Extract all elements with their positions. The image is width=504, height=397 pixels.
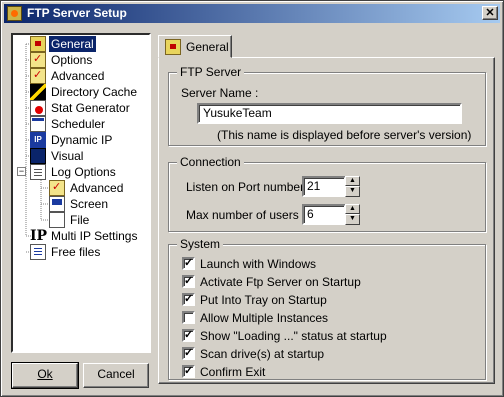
tree-item-label: Advanced xyxy=(70,181,124,195)
tree-item-label: General xyxy=(49,36,96,52)
port-stepper[interactable]: 21 ▲ ▼ xyxy=(302,176,360,197)
tree-item-log-advanced[interactable]: Advanced xyxy=(49,179,148,196)
tree-item-options[interactable]: Options xyxy=(30,51,148,68)
tree-item-label: Stat Generator xyxy=(51,101,130,115)
checkbox-label: Put Into Tray on Startup xyxy=(200,293,327,307)
file-icon xyxy=(49,212,65,228)
tree-item-visual[interactable]: Visual xyxy=(30,148,148,164)
general-folder-icon xyxy=(165,39,181,55)
tree-item-scheduler[interactable]: Scheduler xyxy=(30,116,148,132)
checkbox-label: Activate Ftp Server on Startup xyxy=(200,275,361,289)
tree-item-label: Multi IP Settings xyxy=(51,229,138,243)
confirm-exit-checkbox[interactable]: ✓ xyxy=(182,365,195,378)
tree-item-log-options[interactable]: Log Options xyxy=(30,164,148,180)
system-group: System ✓ Launch with Windows ✓ Activate … xyxy=(168,237,486,380)
general-panel: FTP Server Server Name : YusukeTeam (Thi… xyxy=(158,57,495,384)
tree-item-general[interactable]: General xyxy=(30,36,148,52)
close-button[interactable]: ✕ xyxy=(482,6,498,20)
group-title: System xyxy=(177,237,224,251)
scan-drives-checkbox[interactable]: ✓ xyxy=(182,347,195,360)
tree-item-multi-ip-settings[interactable]: IP Multi IP Settings xyxy=(30,228,148,244)
ok-button[interactable]: Ok xyxy=(11,362,79,389)
tree-item-label: Scheduler xyxy=(51,117,106,131)
options-icon xyxy=(30,51,46,68)
port-input[interactable]: 21 xyxy=(302,176,346,197)
tree-item-dynamic-ip[interactable]: IP Dynamic IP xyxy=(30,132,148,148)
tab-general[interactable]: General xyxy=(158,35,232,58)
max-users-stepper[interactable]: 6 ▲ ▼ xyxy=(302,204,360,225)
tab-label: General xyxy=(186,40,229,54)
ftp-server-setup-window: FTP Server Setup ✕ General ✓ Options ✓ A… xyxy=(0,0,504,397)
tree-item-label: Free files xyxy=(51,245,101,259)
tree-item-label: Log Options xyxy=(51,165,116,179)
tree-item-label: Advanced xyxy=(51,69,105,83)
port-up-arrow-icon[interactable]: ▲ xyxy=(345,176,360,186)
log-options-collapse-toggle[interactable]: − xyxy=(17,167,26,176)
checkbox-label: Launch with Windows xyxy=(200,257,317,271)
checkbox-label: Show "Loading ..." status at startup xyxy=(200,329,387,343)
checkbox-label: Confirm Exit xyxy=(200,365,266,379)
tree-item-free-files[interactable]: Free files xyxy=(30,244,148,260)
ok-button-label: Ok xyxy=(37,367,53,381)
activate-on-startup-checkbox[interactable]: ✓ xyxy=(182,275,195,288)
screen-icon xyxy=(49,196,65,212)
cancel-button[interactable]: Cancel xyxy=(83,363,149,388)
max-users-down-arrow-icon[interactable]: ▼ xyxy=(345,214,360,225)
tree-item-label: Directory Cache xyxy=(51,85,138,99)
checkbox-label: Scan drive(s) at startup xyxy=(200,347,325,361)
general-folder-icon xyxy=(30,36,46,52)
cancel-button-label: Cancel xyxy=(97,367,135,381)
tree-item-advanced[interactable]: Advanced xyxy=(30,67,148,84)
tree-item-label: Dynamic IP xyxy=(51,133,113,147)
advanced-icon xyxy=(49,179,65,196)
connection-group: Connection Listen on Port number : 21 ▲ … xyxy=(168,155,486,232)
port-label: Listen on Port number : xyxy=(186,180,311,194)
window-title: FTP Server Setup xyxy=(27,6,127,20)
dynamic-ip-icon: IP xyxy=(30,132,46,148)
visual-icon xyxy=(30,148,46,164)
app-icon xyxy=(7,6,22,21)
title-bar[interactable]: FTP Server Setup ✕ xyxy=(4,4,500,23)
server-name-hint: (This name is displayed before server's … xyxy=(217,128,472,142)
port-down-arrow-icon[interactable]: ▼ xyxy=(345,186,360,197)
checkbox-label: Allow Multiple Instances xyxy=(200,311,329,325)
multi-ip-icon: IP xyxy=(30,228,48,244)
directory-cache-icon xyxy=(30,84,46,100)
tree-item-label: Options xyxy=(51,53,93,67)
free-files-icon xyxy=(30,244,46,260)
tree-item-directory-cache[interactable]: Directory Cache xyxy=(30,84,148,100)
tree-item-stat-generator[interactable]: Stat Generator xyxy=(30,100,148,116)
launch-with-windows-checkbox[interactable]: ✓ xyxy=(182,257,195,270)
stat-generator-icon xyxy=(30,100,46,116)
max-users-input[interactable]: 6 xyxy=(302,204,346,225)
tree-item-label: Visual xyxy=(51,149,84,163)
allow-multiple-instances-checkbox[interactable] xyxy=(182,311,195,324)
group-title: FTP Server xyxy=(177,65,245,79)
tree-item-file[interactable]: File xyxy=(49,212,148,228)
show-loading-status-checkbox[interactable]: ✓ xyxy=(182,329,195,342)
tree-item-label: Screen xyxy=(70,197,109,211)
tree-item-screen[interactable]: Screen xyxy=(49,196,148,212)
settings-tree[interactable]: General Options Advanced Directory Cache… xyxy=(11,33,151,353)
group-title: Connection xyxy=(177,155,244,169)
server-name-label: Server Name : xyxy=(181,86,259,100)
log-options-icon xyxy=(30,164,46,180)
max-users-label: Max number of users : xyxy=(186,208,306,222)
put-into-tray-checkbox[interactable]: ✓ xyxy=(182,293,195,306)
max-users-up-arrow-icon[interactable]: ▲ xyxy=(345,204,360,214)
ftp-server-group: FTP Server Server Name : YusukeTeam (Thi… xyxy=(168,65,486,146)
tree-item-label: File xyxy=(70,213,90,227)
scheduler-icon xyxy=(30,116,46,132)
server-name-input[interactable]: YusukeTeam xyxy=(197,103,462,124)
advanced-icon xyxy=(30,67,46,84)
